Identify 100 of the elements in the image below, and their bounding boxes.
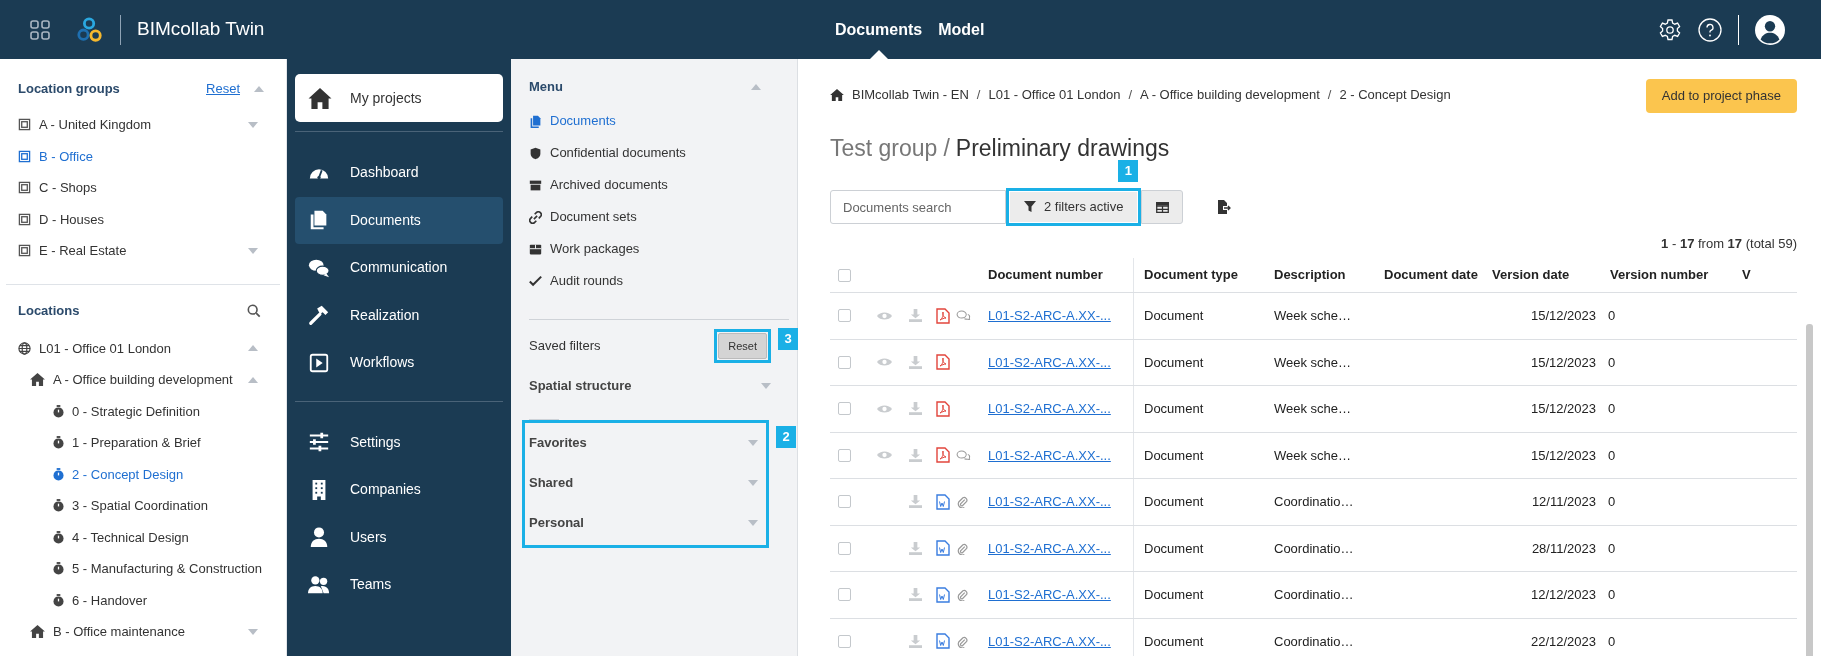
location-group-item[interactable]: D - Houses (18, 203, 268, 235)
caret-down-icon[interactable] (748, 440, 758, 446)
word-file-icon[interactable] (936, 540, 950, 557)
word-file-icon[interactable] (936, 493, 950, 510)
my-projects-button[interactable]: My projects (295, 74, 503, 122)
paperclip-icon[interactable] (956, 588, 968, 602)
menu-item[interactable]: Document sets (529, 201, 779, 233)
breadcrumb-link[interactable]: A - Office building development (1140, 85, 1320, 105)
settings-icon[interactable] (1658, 17, 1682, 42)
download-icon[interactable] (908, 402, 922, 416)
download-icon[interactable] (908, 541, 922, 555)
document-link[interactable]: L01-S2-ARC-A.XX-... (988, 538, 1111, 558)
nav-item[interactable]: Settings (295, 418, 503, 466)
caret-down-icon[interactable] (248, 628, 258, 635)
eye-icon[interactable] (876, 403, 892, 414)
location-group-item[interactable]: C - Shops (18, 172, 268, 204)
menu-item[interactable]: Archived documents (529, 169, 779, 201)
document-link[interactable]: L01-S2-ARC-A.XX-... (988, 631, 1111, 651)
spatial-structure-label[interactable]: Spatial structure (529, 376, 632, 396)
menu-item[interactable]: Documents (529, 105, 779, 137)
row-checkbox[interactable] (838, 495, 851, 509)
nav-item[interactable]: Documents (295, 196, 503, 244)
user-avatar-icon[interactable] (1755, 14, 1785, 45)
chat-bubbles-icon[interactable] (956, 449, 971, 461)
location-tree-item[interactable]: 5 - Manufacturing & Construction (18, 553, 268, 585)
top-tab[interactable]: Model (938, 0, 985, 59)
search-icon[interactable] (247, 303, 261, 318)
location-tree-item[interactable]: 2 - Concept Design (18, 458, 268, 490)
row-checkbox[interactable] (838, 634, 851, 648)
document-link[interactable]: L01-S2-ARC-A.XX-... (988, 445, 1111, 465)
column-header[interactable]: Document date (1374, 258, 1484, 292)
nav-item[interactable]: Teams (295, 561, 503, 609)
nav-item[interactable]: Companies (295, 466, 503, 514)
location-tree-item[interactable]: 3 - Spatial Coordination (18, 490, 268, 522)
download-icon[interactable] (908, 634, 922, 648)
breadcrumb-link[interactable]: 2 - Concept Design (1339, 85, 1451, 105)
top-tab[interactable]: Documents (835, 0, 923, 59)
caret-up-icon[interactable] (254, 86, 264, 92)
menu-item[interactable]: Audit rounds (529, 265, 779, 297)
add-to-phase-button[interactable]: Add to project phase (1645, 79, 1797, 113)
row-checkbox[interactable] (838, 541, 851, 555)
column-header[interactable]: Document number (984, 258, 1134, 292)
column-header[interactable]: Version date (1484, 258, 1600, 292)
caret-up-icon[interactable] (248, 345, 258, 352)
breadcrumb-link[interactable]: L01 - Office 01 London (988, 85, 1121, 105)
row-checkbox[interactable] (838, 355, 851, 369)
nav-item[interactable]: Workflows (295, 339, 503, 387)
eye-icon[interactable] (876, 310, 892, 321)
pdf-file-icon[interactable] (936, 354, 950, 371)
paperclip-icon[interactable] (956, 634, 968, 648)
filter-group[interactable]: Personal (529, 503, 758, 543)
filter-group[interactable]: Shared (529, 463, 758, 503)
export-file-icon[interactable] (1217, 200, 1232, 214)
nav-item[interactable]: Communication (295, 244, 503, 292)
caret-down-icon[interactable] (748, 480, 758, 486)
pdf-file-icon[interactable] (936, 400, 950, 417)
column-header[interactable]: Version number (1600, 258, 1738, 292)
row-checkbox[interactable] (838, 402, 851, 416)
eye-icon[interactable] (876, 450, 892, 461)
column-header[interactable]: Description (1264, 258, 1374, 292)
location-tree-item[interactable]: L01 - Office 01 London (18, 332, 268, 364)
download-icon[interactable] (908, 588, 922, 602)
location-tree-item[interactable]: 0 - Strategic Definition (18, 395, 268, 427)
scrollbar[interactable] (1806, 324, 1813, 656)
download-icon[interactable] (908, 309, 922, 323)
reset-link[interactable]: Reset (206, 79, 240, 99)
document-link[interactable]: L01-S2-ARC-A.XX-... (988, 492, 1111, 512)
caret-down-icon[interactable] (248, 121, 258, 128)
document-link[interactable]: L01-S2-ARC-A.XX-... (988, 352, 1111, 372)
eye-icon[interactable] (876, 357, 892, 368)
pdf-file-icon[interactable] (936, 307, 950, 324)
menu-item[interactable]: Work packages (529, 233, 779, 265)
chat-bubbles-icon[interactable] (956, 310, 971, 322)
document-link[interactable]: L01-S2-ARC-A.XX-... (988, 306, 1111, 326)
caret-up-icon[interactable] (751, 84, 761, 90)
word-file-icon[interactable] (936, 633, 950, 650)
location-tree-item[interactable]: 4 - Technical Design (18, 521, 268, 553)
reset-button[interactable]: Reset (718, 332, 767, 360)
table-view-button[interactable] (1141, 190, 1184, 224)
location-group-item[interactable]: B - Office (18, 140, 268, 172)
location-tree-item[interactable]: B - Office maintenance (18, 616, 268, 648)
document-link[interactable]: L01-S2-ARC-A.XX-... (988, 585, 1111, 605)
location-tree-item[interactable]: A - Office building development (18, 364, 268, 396)
caret-down-icon[interactable] (748, 520, 758, 526)
pdf-file-icon[interactable] (936, 447, 950, 464)
row-checkbox[interactable] (838, 448, 851, 462)
filter-button[interactable]: 2 filters active (1010, 192, 1138, 222)
download-icon[interactable] (908, 355, 922, 369)
row-checkbox[interactable] (838, 588, 851, 602)
breadcrumb-link[interactable]: BIMcollab Twin - EN (852, 85, 969, 105)
location-tree-item[interactable]: 6 - Handover (18, 584, 268, 616)
location-tree-item[interactable]: 1 - Preparation & Brief (18, 427, 268, 459)
location-group-item[interactable]: A - United Kingdom (18, 109, 268, 141)
download-icon[interactable] (908, 495, 922, 509)
menu-item[interactable]: Confidential documents (529, 137, 779, 169)
help-icon[interactable] (1698, 17, 1722, 42)
paperclip-icon[interactable] (956, 541, 968, 555)
location-group-item[interactable]: E - Real Estate (18, 235, 268, 267)
nav-item[interactable]: Realization (295, 291, 503, 339)
filter-group[interactable]: Favorites (529, 423, 758, 463)
